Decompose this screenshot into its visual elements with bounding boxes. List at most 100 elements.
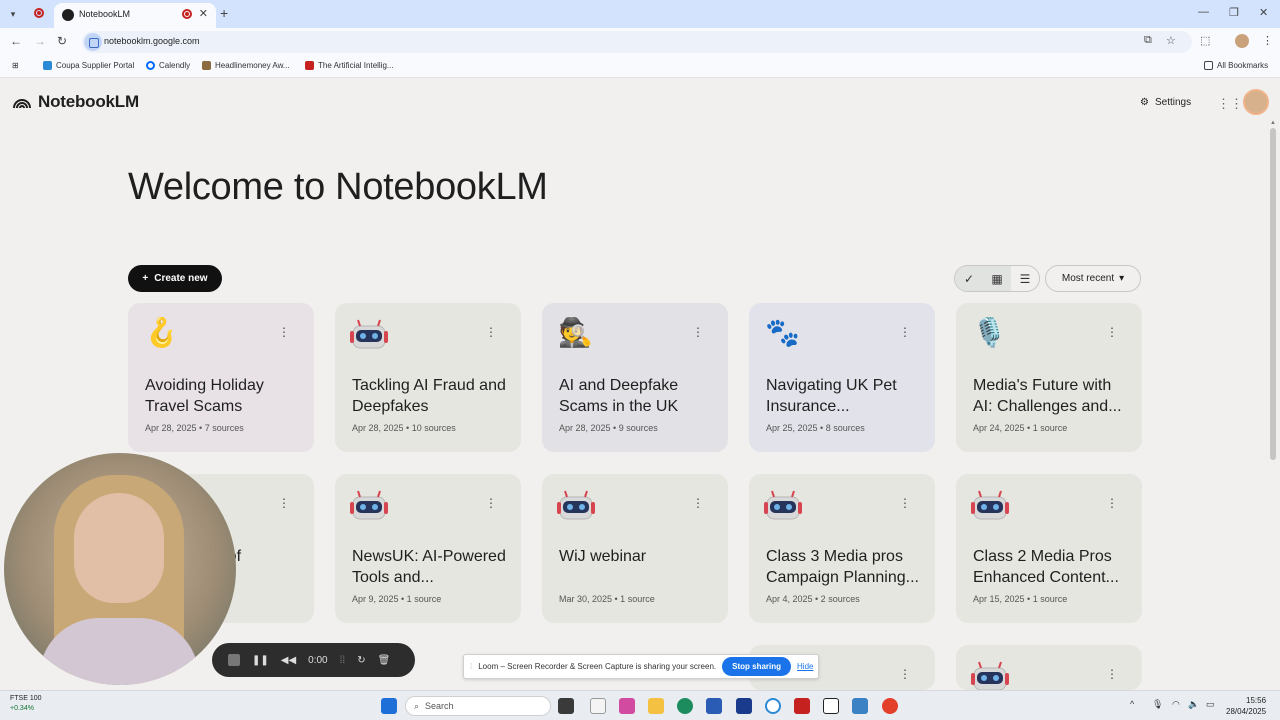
card-more-icon[interactable]: ⋮: [899, 496, 911, 510]
install-app-icon[interactable]: ⧉: [1144, 34, 1152, 47]
notebook-card[interactable]: 🎙️ ⋮ Media's Future with AI: Challenges an…: [956, 303, 1142, 452]
bookmark-calendly[interactable]: Calendly: [146, 61, 190, 70]
cortana-icon[interactable]: [765, 698, 781, 714]
stock-widget[interactable]: FTSE 100 +0.34%: [10, 694, 42, 714]
card-more-icon[interactable]: ⋮: [1106, 667, 1118, 681]
more-menu-icon[interactable]: ⋮: [1262, 34, 1273, 47]
all-bookmarks-label: All Bookmarks: [1217, 61, 1269, 70]
notebook-card[interactable]: ⋮ Class 3 Media pros Campaign Planning...…: [749, 474, 935, 623]
plus-icon: +: [142, 273, 149, 284]
notebook-emoji-icon: 🎙️: [972, 317, 1007, 348]
app-name: NotebookLM: [38, 92, 139, 111]
tab-search-icon[interactable]: ▾: [4, 6, 22, 22]
app-logo[interactable]: NotebookLM: [12, 92, 139, 112]
microphone-icon[interactable]: 🎙: [1152, 699, 1163, 710]
system-clock[interactable]: 15:56 28/04/2025: [1226, 695, 1266, 717]
chrome-icon[interactable]: [882, 698, 898, 714]
page-scrollbar[interactable]: [1270, 128, 1276, 460]
loom-recording-controls: ❚❚ ◀◀ 0:00 ⁞⁞ ↻ 🗑: [212, 643, 415, 677]
delete-icon[interactable]: 🗑: [378, 655, 391, 666]
notebook-card[interactable]: ⋮ Tackling AI Fraud and Deepfakes Apr 28, …: [335, 303, 521, 452]
taskbar-search[interactable]: ⌕ Search: [405, 696, 551, 716]
browser-tab[interactable]: NotebookLM ✕: [54, 3, 216, 28]
copilot-icon[interactable]: [619, 698, 635, 714]
notebook-card[interactable]: 🪝 ⋮ Avoiding Holiday Travel Scams Apr 28, 2…: [128, 303, 314, 452]
notebook-card-partial[interactable]: ⋮: [956, 645, 1142, 691]
card-more-icon[interactable]: ⋮: [485, 496, 497, 510]
sort-dropdown[interactable]: Most recent ▾: [1045, 265, 1141, 292]
drag-handle-icon[interactable]: ⁞: [470, 662, 472, 671]
user-avatar[interactable]: [1243, 89, 1269, 115]
close-tab-icon[interactable]: ✕: [199, 7, 208, 20]
create-new-button[interactable]: + Create new: [128, 265, 222, 292]
bookmark-coupa[interactable]: Coupa Supplier Portal: [43, 61, 134, 70]
notebook-card[interactable]: ⋮ NewsUK: AI-Powered Tools and... Apr 9, 2…: [335, 474, 521, 623]
notebook-emoji-icon: 🐾: [765, 317, 800, 348]
bookmarks-bar: ⊞ Coupa Supplier Portal Calendly Headlin…: [0, 56, 1280, 78]
card-more-icon[interactable]: ⋮: [899, 667, 911, 681]
extensions-icon[interactable]: ⬚: [1200, 34, 1210, 47]
pause-icon[interactable]: ❚❚: [252, 655, 269, 666]
all-bookmarks[interactable]: All Bookmarks: [1204, 61, 1268, 70]
battery-icon[interactable]: ▭: [1206, 699, 1215, 710]
checkmark-icon[interactable]: ✓: [955, 266, 983, 291]
store-icon[interactable]: [706, 698, 722, 714]
task-view-icon[interactable]: [558, 698, 574, 714]
notebook-card[interactable]: 🐾 ⋮ Navigating UK Pet Insurance... Apr 25, …: [749, 303, 935, 452]
stop-recording-icon[interactable]: [228, 654, 240, 666]
card-more-icon[interactable]: ⋮: [692, 325, 704, 339]
site-info-icon[interactable]: [84, 33, 102, 51]
restart-icon[interactable]: ↻: [357, 655, 365, 666]
notebook-meta: Apr 15, 2025 • 1 source: [973, 594, 1068, 604]
settings-button[interactable]: ⚙ Settings: [1132, 90, 1199, 114]
profile-avatar[interactable]: [1235, 34, 1249, 48]
notebook-emoji-icon: 🕵️: [558, 317, 593, 348]
hide-link[interactable]: Hide: [797, 662, 813, 671]
tray-expand-icon[interactable]: ^: [1130, 699, 1134, 709]
grid-view-icon[interactable]: ▦: [983, 266, 1011, 291]
minimize-icon[interactable]: —: [1198, 6, 1209, 18]
file-explorer-icon[interactable]: [648, 698, 664, 714]
edge-icon[interactable]: [677, 698, 693, 714]
drag-handle-icon[interactable]: ⁞⁞: [340, 655, 346, 666]
card-more-icon[interactable]: ⋮: [278, 325, 290, 339]
volume-icon[interactable]: 🔈: [1188, 699, 1199, 710]
notebook-card[interactable]: 🕵️ ⋮ AI and Deepfake Scams in the UK Apr 28…: [542, 303, 728, 452]
apps-grid-icon[interactable]: ⊞: [12, 61, 19, 70]
windows-start-icon[interactable]: [381, 698, 397, 714]
close-window-icon[interactable]: ✕: [1259, 6, 1268, 19]
wifi-icon[interactable]: ◠: [1172, 699, 1180, 710]
card-more-icon[interactable]: ⋮: [1106, 325, 1118, 339]
reload-icon[interactable]: ↻: [57, 34, 67, 48]
notebook-card[interactable]: ⋮ WiJ webinar Mar 30, 2025 • 1 source: [542, 474, 728, 623]
card-more-icon[interactable]: ⋮: [1106, 496, 1118, 510]
notion-icon[interactable]: [823, 698, 839, 714]
bookmark-artificial-intelligence[interactable]: The Artificial Intellig...: [305, 61, 394, 70]
bookmark-star-icon[interactable]: ☆: [1166, 34, 1176, 47]
stop-sharing-button[interactable]: Stop sharing: [722, 657, 792, 676]
rewind-icon[interactable]: ◀◀: [281, 655, 296, 666]
card-more-icon[interactable]: ⋮: [485, 325, 497, 339]
recording-icon[interactable]: [34, 8, 44, 18]
card-more-icon[interactable]: ⋮: [278, 496, 290, 510]
forward-icon[interactable]: →: [34, 34, 46, 48]
url-text[interactable]: notebooklm.google.com: [104, 36, 200, 46]
notebook-title: Avoiding Holiday Travel Scams: [145, 377, 264, 415]
mcafee-icon[interactable]: [794, 698, 810, 714]
card-more-icon[interactable]: ⋮: [692, 496, 704, 510]
notepad-icon[interactable]: [590, 698, 606, 714]
list-view-icon[interactable]: ☰: [1011, 266, 1039, 291]
restore-icon[interactable]: ❐: [1229, 6, 1239, 19]
notebook-meta: Mar 30, 2025 • 1 source: [559, 594, 655, 604]
whiteboard-icon[interactable]: [852, 698, 868, 714]
scroll-up-icon[interactable]: ▲: [1270, 120, 1276, 126]
bookmark-headlinemoney[interactable]: Headlinemoney Aw...: [202, 61, 290, 70]
address-bar[interactable]: notebooklm.google.com: [82, 31, 1192, 53]
clock-time: 15:56: [1246, 696, 1267, 705]
card-more-icon[interactable]: ⋮: [899, 325, 911, 339]
new-tab-icon[interactable]: +: [220, 5, 228, 21]
notebook-card[interactable]: ⋮ Class 2 Media Pros Enhanced Content... A…: [956, 474, 1142, 623]
back-icon[interactable]: ←: [10, 34, 22, 48]
webcam-preview[interactable]: [4, 453, 236, 685]
lync-icon[interactable]: [736, 698, 752, 714]
